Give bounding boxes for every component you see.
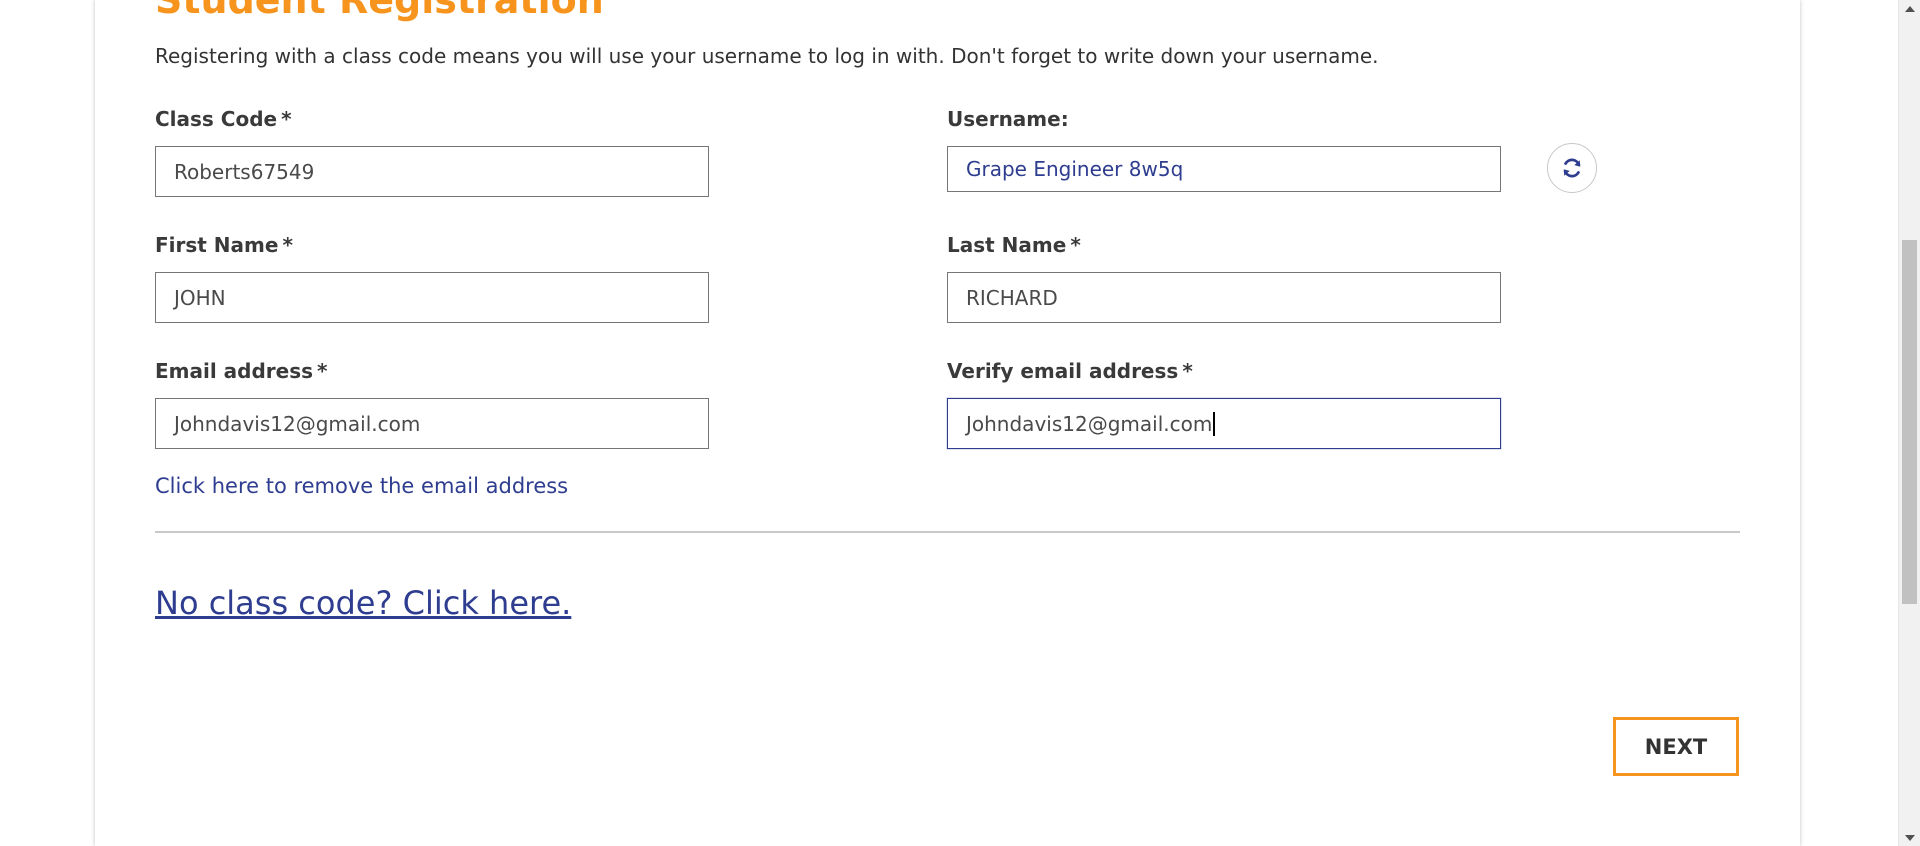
page-title: Student Registration	[155, 0, 604, 22]
text-caret	[1213, 411, 1216, 436]
verify-email-input[interactable]: Johndavis12@gmail.com	[947, 398, 1501, 449]
scrollbar-thumb[interactable]	[1902, 240, 1917, 604]
email-value: Johndavis12@gmail.com	[174, 411, 421, 436]
required-marker: *	[282, 233, 293, 257]
class-code-label: Class Code *	[155, 107, 292, 131]
scroll-down-arrow-icon[interactable]	[1899, 829, 1920, 846]
refresh-icon	[1563, 158, 1581, 178]
username-value: Grape Engineer 8w5q	[966, 157, 1184, 181]
no-class-code-link[interactable]: No class code? Click here.	[155, 584, 571, 622]
vertical-scrollbar[interactable]	[1898, 0, 1920, 846]
first-name-input[interactable]: JOHN	[155, 272, 709, 323]
first-name-label-text: First Name	[155, 233, 279, 257]
scroll-up-arrow-icon[interactable]	[1899, 0, 1920, 17]
verify-email-label-text: Verify email address	[947, 359, 1179, 383]
refresh-username-button[interactable]	[1547, 143, 1597, 193]
remove-email-link[interactable]: Click here to remove the email address	[155, 474, 568, 498]
verify-email-label: Verify email address *	[947, 359, 1193, 383]
username-label: Username:	[947, 107, 1069, 131]
next-button[interactable]: NEXT	[1613, 717, 1739, 776]
intro-text: Registering with a class code means you …	[155, 44, 1379, 68]
required-marker: *	[281, 107, 292, 131]
required-marker: *	[1182, 359, 1193, 383]
last-name-label-text: Last Name	[947, 233, 1067, 257]
class-code-value: Roberts67549	[174, 159, 315, 184]
last-name-input[interactable]: RICHARD	[947, 272, 1501, 323]
required-marker: *	[317, 359, 328, 383]
first-name-label: First Name *	[155, 233, 293, 257]
section-divider	[155, 531, 1740, 533]
last-name-label: Last Name *	[947, 233, 1081, 257]
username-input[interactable]: Grape Engineer 8w5q	[947, 146, 1501, 192]
last-name-value: RICHARD	[966, 285, 1058, 310]
required-marker: *	[1070, 233, 1081, 257]
email-input[interactable]: Johndavis12@gmail.com	[155, 398, 709, 449]
verify-email-value: Johndavis12@gmail.com	[966, 411, 1213, 436]
email-label-text: Email address	[155, 359, 314, 383]
class-code-label-text: Class Code	[155, 107, 278, 131]
first-name-value: JOHN	[174, 285, 226, 310]
class-code-input[interactable]: Roberts67549	[155, 146, 709, 197]
browser-viewport: Student Registration Registering with a …	[0, 0, 1920, 846]
email-label: Email address *	[155, 359, 328, 383]
